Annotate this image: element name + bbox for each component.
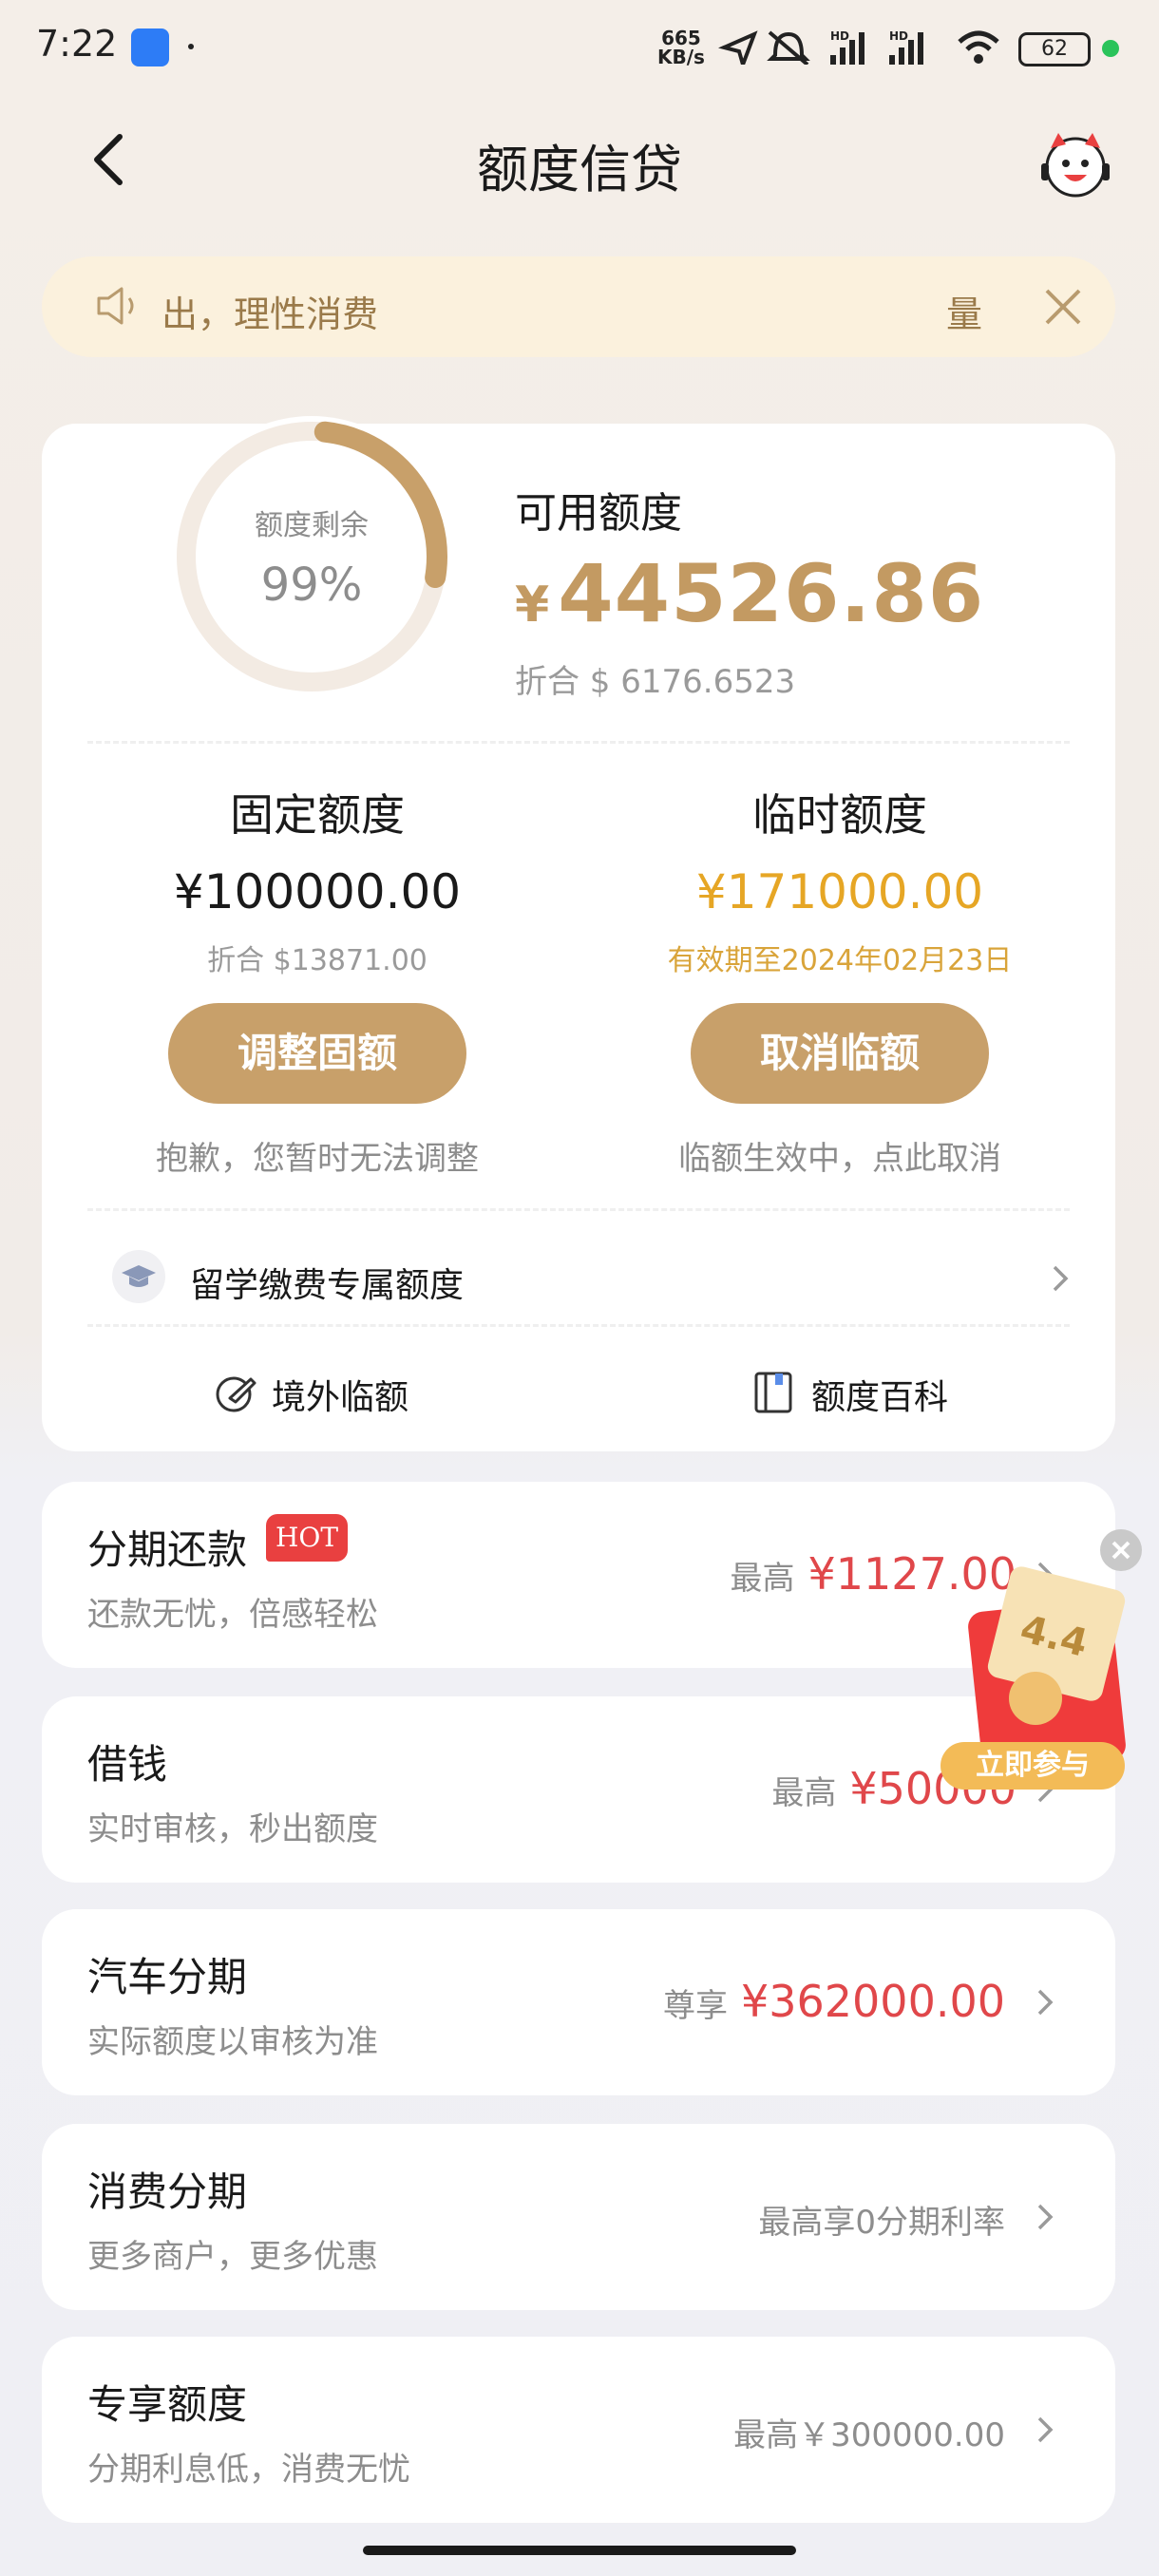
study-abroad-credit-label: 留学缴费专属额度 — [190, 1266, 465, 1305]
temp-credit-section: 临时额度 ¥171000.00 有效期至2024年02月23日 取消临额 临额生… — [612, 781, 1068, 1179]
item-prefix: 最高 — [771, 1774, 837, 1812]
item-subtitle: 更多商户，更多优惠 — [87, 2238, 378, 2276]
plane-globe-icon — [216, 1376, 256, 1412]
mute-icon — [767, 30, 810, 65]
camera-indicator-dot — [1102, 40, 1119, 57]
item-prefix: 尊享 — [662, 1987, 728, 2025]
battery-indicator: 62 — [1018, 32, 1091, 66]
item-value-group: 尊享 ¥362000.00 — [663, 1976, 1005, 2027]
temp-credit-title: 临时额度 — [752, 789, 927, 841]
item-title: 汽车分期 — [87, 1954, 248, 2000]
fixed-credit-converted: 折合 $13871.00 — [207, 944, 428, 977]
divider — [87, 1324, 1070, 1327]
credit-remaining-gauge — [171, 416, 452, 697]
item-title: 消费分期 — [87, 2169, 248, 2215]
credit-summary-card: 额度剩余 99% 可用额度 ¥44526.86 折合 $ 6176.6523 固… — [42, 416, 1115, 1451]
gauge-percent: 99% — [260, 559, 363, 612]
notice-bar[interactable]: 出，理性消费 量 — [42, 256, 1115, 357]
close-icon — [1112, 1541, 1130, 1560]
app-notification-icon — [131, 28, 169, 66]
coin-icon — [1009, 1672, 1062, 1725]
item-value-group: 最高享0分期利率 — [758, 2196, 1005, 2243]
available-credit-label: 可用额度 — [515, 489, 682, 538]
fixed-credit-title: 固定额度 — [230, 789, 405, 841]
item-value-group: 最高￥300000.00 — [733, 2409, 1005, 2455]
cancel-temp-credit-button[interactable]: 取消临额 — [691, 1003, 989, 1104]
chevron-right-icon — [1037, 2204, 1054, 2230]
item-value: 最高享0分期利率 — [758, 2204, 1005, 2242]
notice-text: 出，理性消费 — [162, 294, 379, 335]
available-credit-amount: ¥44526.86 — [515, 547, 984, 640]
fixed-credit-amount: ¥100000.00 — [173, 864, 462, 919]
item-value: 最高￥300000.00 — [733, 2416, 1005, 2454]
divider — [87, 1208, 1070, 1211]
status-time: 7:22 — [36, 23, 118, 65]
close-icon[interactable] — [1039, 283, 1087, 331]
item-subtitle: 还款无忧，倍感轻松 — [87, 1596, 378, 1634]
currency-symbol: ¥ — [515, 577, 551, 634]
item-title: 分期还款 — [87, 1526, 248, 1573]
network-speed-value: 665 — [661, 27, 701, 49]
page-title: 额度信贷 — [477, 140, 682, 199]
notification-dot-icon — [188, 44, 194, 49]
wifi-icon — [958, 30, 999, 64]
consumer-installment-card[interactable]: 消费分期 更多商户，更多优惠 最高享0分期利率 — [42, 2124, 1115, 2310]
exclusive-credit-card[interactable]: 专享额度 分期利息低，消费无忧 最高￥300000.00 — [42, 2337, 1115, 2523]
signal-hd-icon-2: HD — [889, 29, 923, 65]
overseas-temp-credit-label: 境外临额 — [272, 1378, 409, 1417]
network-speed-unit: KB/s — [657, 46, 705, 68]
location-icon — [718, 30, 758, 65]
chevron-right-icon — [1037, 2416, 1054, 2443]
fixed-credit-note: 抱歉，您暂时无法调整 — [156, 1140, 479, 1178]
customer-service-icon[interactable] — [1039, 129, 1112, 201]
item-value: ¥362000.00 — [740, 1976, 1005, 2027]
book-icon — [754, 1372, 792, 1413]
overseas-temp-credit-link[interactable]: 境外临额 — [213, 1360, 460, 1427]
graduation-cap-icon — [112, 1250, 165, 1303]
chevron-right-icon — [1037, 1989, 1054, 2016]
available-credit-value: 44526.86 — [558, 547, 985, 640]
promo-close-button[interactable] — [1100, 1529, 1142, 1571]
item-subtitle: 分期利息低，消费无忧 — [87, 2451, 410, 2489]
fixed-credit-section: 固定额度 ¥100000.00 折合 $13871.00 调整固额 抱歉，您暂时… — [89, 781, 545, 1179]
svg-text:HD: HD — [830, 29, 849, 43]
item-title: 借钱 — [87, 1741, 168, 1788]
divider — [87, 741, 1070, 744]
signal-hd-icon-1: HD — [830, 29, 864, 65]
study-abroad-credit-link[interactable]: 留学缴费专属额度 — [112, 1246, 1072, 1316]
temp-credit-note[interactable]: 临额生效中，点此取消 — [612, 1132, 1068, 1179]
auto-installment-card[interactable]: 汽车分期 实际额度以审核为准 尊享 ¥362000.00 — [42, 1909, 1115, 2095]
item-subtitle: 实时审核，秒出额度 — [87, 1810, 378, 1848]
item-title: 专享额度 — [87, 2381, 248, 2428]
speaker-icon — [97, 287, 134, 325]
item-prefix: 最高 — [730, 1560, 795, 1598]
temp-credit-amount: ¥171000.00 — [695, 864, 984, 919]
status-icons: HD HD — [718, 29, 999, 65]
gauge-label: 额度剩余 — [255, 509, 369, 542]
chevron-right-icon — [1053, 1265, 1069, 1292]
adjust-fixed-credit-button[interactable]: 调整固额 — [168, 1003, 466, 1104]
item-subtitle: 实际额度以审核为准 — [87, 2023, 378, 2061]
promo-widget[interactable]: 4.4 立即参与 — [940, 1520, 1142, 1795]
temp-credit-validity: 有效期至2024年02月23日 — [667, 944, 1013, 977]
join-now-button[interactable]: 立即参与 — [940, 1742, 1125, 1790]
status-bar: 7:22 665 KB/s HD HD 62 — [0, 0, 1159, 95]
credit-wiki-link[interactable]: 额度百科 — [752, 1360, 999, 1427]
credit-wiki-label: 额度百科 — [811, 1378, 949, 1417]
available-credit-converted: 折合 $ 6176.6523 — [515, 663, 796, 701]
home-indicator[interactable] — [363, 2546, 796, 2555]
svg-text:HD: HD — [889, 29, 908, 43]
notice-text-tail: 量 — [946, 294, 983, 335]
hot-badge: HOT — [266, 1514, 348, 1562]
network-speed: 665 KB/s — [657, 28, 705, 66]
